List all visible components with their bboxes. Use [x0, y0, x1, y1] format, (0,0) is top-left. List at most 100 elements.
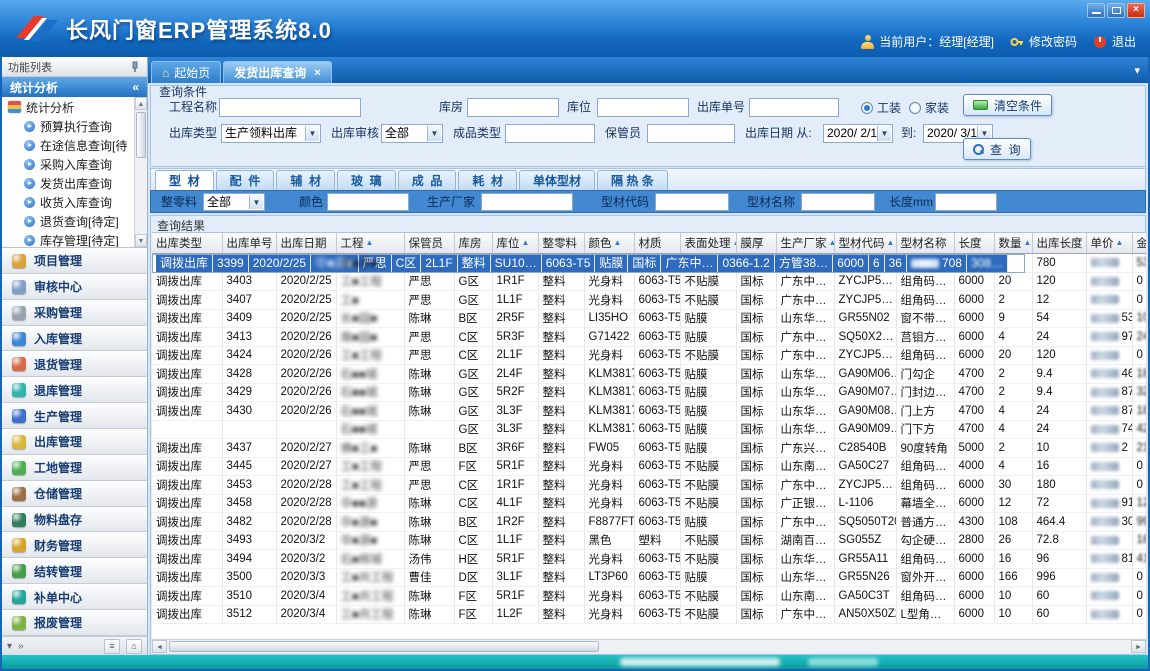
- cell[interactable]: 36: [884, 255, 906, 273]
- cell[interactable]: 2: [994, 439, 1032, 458]
- cell[interactable]: 整料: [457, 255, 490, 273]
- cell[interactable]: 黑色: [584, 531, 634, 550]
- cell[interactable]: 54: [1032, 309, 1086, 328]
- cell[interactable]: 120: [1032, 346, 1086, 365]
- cell[interactable]: 整料: [538, 587, 584, 606]
- cell[interactable]: 整料: [538, 328, 584, 347]
- cell[interactable]: 4700: [954, 365, 994, 384]
- cell[interactable]: 2020/2/26: [276, 402, 336, 421]
- cell[interactable]: C区: [391, 255, 421, 273]
- cell[interactable]: 整料: [538, 605, 584, 624]
- cell[interactable]: 国标: [736, 402, 776, 421]
- cell[interactable]: 山东华…: [776, 383, 834, 402]
- table-row[interactable]: 调拨出库34582020/2/28华■■源陈琳C区4L1F整料光身料6063-T…: [152, 494, 1146, 513]
- cell[interactable]: 6063-T5: [634, 383, 680, 402]
- cell[interactable]: 0: [1132, 587, 1146, 606]
- cell[interactable]: 812: [1086, 550, 1132, 569]
- cell[interactable]: 468: [1086, 365, 1132, 384]
- cell[interactable]: H区: [454, 550, 492, 569]
- cell[interactable]: F8877FT: [584, 513, 634, 532]
- cell[interactable]: 陈琳: [404, 531, 454, 550]
- tree-item-5[interactable]: 退货查询[待定]: [2, 212, 134, 231]
- change-password-button[interactable]: 修改密码: [1010, 33, 1077, 50]
- column-header[interactable]: 颜色▲: [584, 233, 634, 253]
- cell[interactable]: 整料: [538, 365, 584, 384]
- scroll-left-icon[interactable]: ◄: [152, 640, 167, 653]
- cell[interactable]: 国标: [736, 587, 776, 606]
- cell[interactable]: [1086, 587, 1132, 606]
- column-header[interactable]: 出库单号: [222, 233, 276, 253]
- pin-icon[interactable]: [129, 61, 141, 73]
- cell[interactable]: 贴膜: [680, 309, 736, 328]
- column-header[interactable]: 库位▲: [492, 233, 538, 253]
- cell[interactable]: 4300: [954, 513, 994, 532]
- cell[interactable]: GA50C3T: [834, 587, 896, 606]
- cell[interactable]: 9: [994, 309, 1032, 328]
- cell[interactable]: 120: [1032, 272, 1086, 291]
- cell[interactable]: 6063-T5: [634, 476, 680, 495]
- cell[interactable]: 6000: [954, 605, 994, 624]
- project-name-input[interactable]: [219, 98, 361, 117]
- cell[interactable]: 0: [1132, 476, 1146, 495]
- cell[interactable]: KLM3817: [584, 383, 634, 402]
- cell[interactable]: 整料: [538, 550, 584, 569]
- cell[interactable]: 6000: [954, 309, 994, 328]
- cell[interactable]: 2020/3/4: [276, 587, 336, 606]
- module-13[interactable]: 补单中心: [2, 584, 147, 610]
- cell[interactable]: B区: [454, 439, 492, 458]
- column-header[interactable]: 型材名称: [896, 233, 954, 253]
- cell[interactable]: 门勾企: [896, 365, 954, 384]
- cell[interactable]: 佛■工■: [336, 439, 404, 458]
- cell[interactable]: C区: [454, 531, 492, 550]
- cell[interactable]: 贴膜: [680, 365, 736, 384]
- cell[interactable]: 166: [994, 568, 1032, 587]
- cell[interactable]: [222, 420, 276, 439]
- cell[interactable]: 6063-T5: [634, 291, 680, 310]
- dropdown-caret-icon[interactable]: ▼: [249, 195, 263, 209]
- cell[interactable]: 调拨出库: [152, 365, 222, 384]
- module-9[interactable]: 仓储管理: [2, 481, 147, 507]
- cell[interactable]: 调拨出库: [152, 457, 222, 476]
- table-row[interactable]: 石■■城G区3L3F整料KLM38176063-T5贴膜国标山东华…GA90M0…: [152, 420, 1146, 439]
- cell[interactable]: 2: [1086, 439, 1132, 458]
- part-select[interactable]: 全部 ▼: [203, 193, 265, 211]
- cell[interactable]: 光身料: [584, 587, 634, 606]
- module-10[interactable]: 物料盘存: [2, 507, 147, 533]
- cell[interactable]: 60: [1032, 605, 1086, 624]
- cell[interactable]: ZYCJP5…: [834, 272, 896, 291]
- cell[interactable]: 3428: [222, 365, 276, 384]
- cell[interactable]: 535…: [1132, 254, 1146, 273]
- table-row[interactable]: 调拨出库34032020/2/25工■工程严思G区1R1F整料光身料6063-T…: [152, 272, 1146, 291]
- audit-select[interactable]: 全部 ▼: [381, 124, 443, 143]
- scrollbar-thumb[interactable]: [169, 641, 599, 652]
- cell[interactable]: 山东华…: [776, 550, 834, 569]
- cell[interactable]: [152, 420, 222, 439]
- cell[interactable]: 3429: [222, 383, 276, 402]
- cell[interactable]: GR55N02: [834, 309, 896, 328]
- cell[interactable]: C区: [454, 328, 492, 347]
- cell[interactable]: 3L3F: [492, 402, 538, 421]
- cell[interactable]: 72.8: [1032, 531, 1086, 550]
- cell[interactable]: 工■共工程: [336, 605, 404, 624]
- cell[interactable]: [1086, 568, 1132, 587]
- column-header[interactable]: 出库日期: [276, 233, 336, 253]
- cell[interactable]: 国标: [736, 531, 776, 550]
- cell[interactable]: 广东中…: [776, 291, 834, 310]
- cell[interactable]: SQ5050T20: [834, 513, 896, 532]
- cell[interactable]: [1086, 291, 1132, 310]
- cell[interactable]: 326…: [1132, 383, 1146, 402]
- cell[interactable]: 陈琳: [404, 309, 454, 328]
- column-header[interactable]: 单价▲: [1086, 233, 1132, 253]
- cell[interactable]: GA90M08…: [834, 402, 896, 421]
- cell[interactable]: 国标: [736, 550, 776, 569]
- cell[interactable]: 6063-T5: [634, 457, 680, 476]
- cell[interactable]: 872: [1086, 383, 1132, 402]
- cell[interactable]: FW05: [584, 439, 634, 458]
- cell[interactable]: 国标: [736, 420, 776, 439]
- cell[interactable]: 调拨出库: [152, 346, 222, 365]
- cell[interactable]: 12: [1032, 291, 1086, 310]
- cell[interactable]: 1R1F: [492, 272, 538, 291]
- cell[interactable]: 2020/2/26: [276, 365, 336, 384]
- cell[interactable]: 3424: [222, 346, 276, 365]
- cell[interactable]: 整料: [538, 513, 584, 532]
